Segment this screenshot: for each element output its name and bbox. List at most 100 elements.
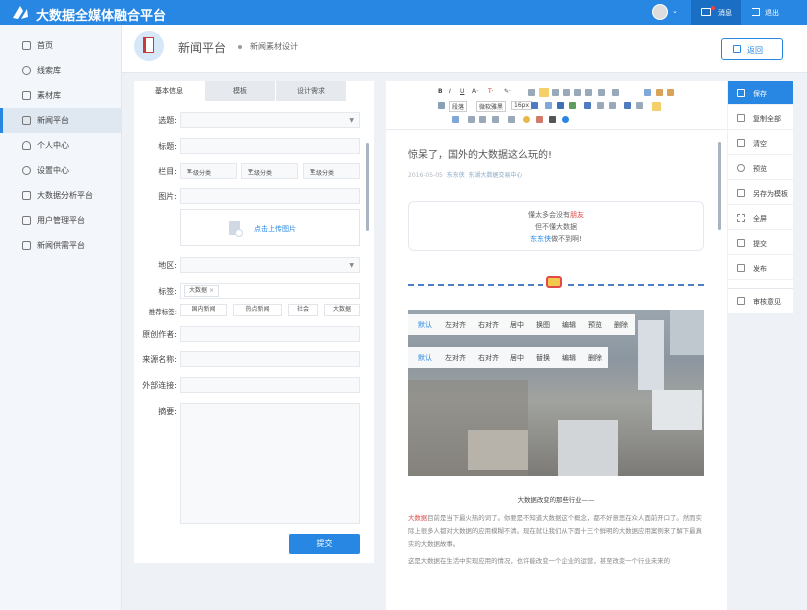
sidebar-item-materials[interactable]: 素材库 (0, 83, 122, 108)
recommend-tag[interactable]: 大数据 (324, 304, 360, 316)
line-height-icon[interactable] (598, 89, 605, 96)
align-center-icon[interactable] (539, 88, 549, 97)
summary-textarea[interactable] (180, 403, 360, 524)
image-align-right[interactable]: 右对齐 (478, 320, 499, 330)
sidebar-item-clues[interactable]: 线索库 (0, 58, 122, 83)
sidebar-item-home[interactable]: 首页 (0, 33, 122, 58)
form-scrollbar[interactable] (366, 143, 369, 231)
numbered-list-icon[interactable] (492, 116, 499, 123)
indent-icon[interactable] (574, 89, 581, 96)
sidebar-item-users[interactable]: 用户管理平台 (0, 208, 122, 233)
image-preview[interactable]: 预览 (588, 320, 602, 330)
image-delete[interactable]: 删除 (588, 353, 602, 363)
text-direction-icon[interactable] (452, 116, 459, 123)
section-title[interactable]: 大数据改变的那些行业—— (408, 494, 704, 507)
code-icon[interactable] (609, 102, 616, 109)
article-quote[interactable]: 懂太多会没有朋友 但不懂大数据 东东侠做不到啊! (408, 201, 704, 251)
image-edit[interactable]: 编辑 (562, 353, 576, 363)
table-icon[interactable] (531, 102, 538, 109)
tab-design-requirements[interactable]: 设计需求 (276, 81, 346, 101)
sidebar-item-personal[interactable]: 个人中心 (0, 133, 122, 158)
image-align-center[interactable]: 居中 (510, 353, 524, 363)
justify-icon[interactable] (563, 89, 570, 96)
outdent-icon[interactable] (585, 89, 592, 96)
submit-button[interactable]: 提交 (289, 534, 360, 554)
spacing-icon[interactable] (612, 89, 619, 96)
tag-remove-icon[interactable]: × (209, 287, 214, 294)
article-paragraph-red[interactable]: 这是大数据在生活中实现应用的情况，也许能改变一个企业的运营，甚至改变一个行业未来… (408, 555, 704, 568)
article-paragraph[interactable]: 大数据目前是当下最火热的词了。你要是不知道大数据这个概念，都不好意思在众人面前开… (408, 512, 704, 551)
image-icon[interactable] (656, 89, 663, 96)
publish-button[interactable]: 发布 (728, 256, 793, 280)
region-select[interactable]: ▼ (180, 257, 360, 273)
chevron-down-icon[interactable]: ⌄ (672, 7, 678, 15)
eraser-icon[interactable] (667, 89, 674, 96)
recommend-tag[interactable]: 国内新闻 (180, 304, 227, 316)
search-replace-icon[interactable] (549, 116, 556, 123)
map-icon[interactable] (536, 116, 543, 123)
superscript-icon[interactable] (468, 116, 475, 123)
font-size-select[interactable]: 16px (511, 101, 532, 110)
sidebar-item-analytics[interactable]: 大数据分析平台 (0, 183, 122, 208)
copy-all-button[interactable]: 复制全部 (728, 106, 793, 130)
image-align-left[interactable]: 左对齐 (445, 353, 466, 363)
tab-template[interactable]: 模板 (205, 81, 275, 101)
preview-button[interactable]: 预览 (728, 156, 793, 180)
video-icon[interactable] (569, 102, 576, 109)
image-align-default[interactable]: 默认 (418, 353, 432, 363)
align-left-icon[interactable] (528, 89, 535, 96)
clear-button[interactable]: 清空 (728, 131, 793, 155)
italic-button[interactable]: I (449, 88, 451, 95)
save-button[interactable]: 保存 (728, 81, 793, 105)
image-align-left[interactable]: 左对齐 (445, 320, 466, 330)
save-as-template-button[interactable]: 另存为模板 (728, 181, 793, 205)
image-input[interactable] (180, 188, 360, 204)
word-icon[interactable] (557, 102, 564, 109)
image-align-default[interactable]: 默认 (418, 320, 432, 330)
highlight-button[interactable]: T· (488, 88, 494, 95)
submit-action-button[interactable]: 提交 (728, 231, 793, 255)
preview-icon[interactable] (652, 102, 661, 111)
sidebar-item-news[interactable]: 新闻平台 (0, 108, 122, 133)
font-family-select[interactable]: 微软雅黑 (476, 101, 507, 112)
undo-icon[interactable] (624, 102, 631, 109)
topic-select[interactable]: ▼ (180, 112, 360, 128)
format-brush-button[interactable]: ✎· (504, 88, 511, 95)
sidebar-item-supply[interactable]: 新闻供需平台 (0, 233, 122, 258)
upload-area[interactable]: 点击上传图片 (180, 209, 360, 246)
link-input[interactable] (180, 377, 360, 393)
image-align-right[interactable]: 右对齐 (478, 353, 499, 363)
help-icon[interactable] (562, 116, 569, 123)
bullet-list-icon[interactable] (508, 116, 515, 123)
image-replace[interactable]: 替换 (536, 353, 550, 363)
sidebar-item-settings[interactable]: 设置中心 (0, 158, 122, 183)
insert-image-icon[interactable] (545, 102, 552, 109)
hr-icon[interactable] (597, 102, 604, 109)
list-icon[interactable] (438, 102, 445, 109)
redo-icon[interactable] (636, 102, 643, 109)
image-replace[interactable]: 换图 (536, 320, 550, 330)
link-icon[interactable] (644, 89, 651, 96)
author-input[interactable] (180, 326, 360, 342)
attachment-icon[interactable] (584, 102, 591, 109)
avatar[interactable] (652, 4, 668, 20)
column-level2-select[interactable]: 二级分类 ▼ (241, 163, 298, 179)
paragraph-select[interactable]: 段落 (449, 101, 468, 112)
underline-button[interactable]: U (460, 88, 464, 95)
tab-basic-info[interactable]: 基本信息 (134, 81, 204, 101)
messages-button[interactable]: 消息 (691, 0, 741, 25)
review-button[interactable]: 审核意见 (728, 289, 793, 313)
title-input[interactable] (180, 138, 360, 154)
emoji-icon[interactable] (523, 116, 530, 123)
editor-scrollbar[interactable] (718, 142, 721, 230)
recommend-tag[interactable]: 热点新闻 (233, 304, 282, 316)
article-title[interactable]: 惊呆了，国外的大数据这么玩的! (408, 146, 552, 161)
recommend-tag[interactable]: 社会 (288, 304, 318, 316)
back-button[interactable]: 返回 (721, 38, 783, 60)
image-delete[interactable]: 删除 (614, 320, 628, 330)
font-color-button[interactable]: A· (472, 88, 478, 95)
bold-button[interactable]: B (438, 88, 443, 95)
fullscreen-button[interactable]: 全屏 (728, 206, 793, 230)
column-level3-select[interactable]: 三级分类 ▼ (303, 163, 360, 179)
column-level1-select[interactable]: 一级分类 ▼ (180, 163, 237, 179)
